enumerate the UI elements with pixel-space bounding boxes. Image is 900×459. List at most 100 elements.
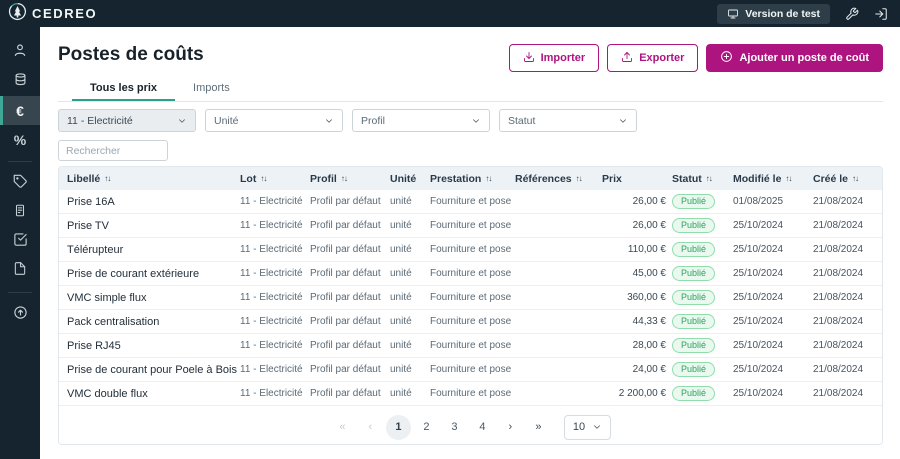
- cell-profil: Profil par défaut: [310, 340, 390, 351]
- sort-icon[interactable]: ↑↓: [706, 174, 712, 183]
- last-page-button[interactable]: »: [526, 415, 551, 440]
- filter-lot-value: 11 - Electricité: [67, 115, 133, 127]
- table-row[interactable]: VMC double flux 11 - Electricité Profil …: [59, 382, 882, 406]
- sidebar-item-upload[interactable]: [0, 300, 40, 329]
- cell-cree-le: 21/08/2024: [813, 220, 874, 231]
- wrench-icon[interactable]: [845, 7, 859, 21]
- cell-unite: unité: [390, 340, 430, 351]
- cell-statut: Publié: [672, 362, 733, 377]
- cell-cree-le: 21/08/2024: [813, 244, 874, 255]
- table-row[interactable]: Prise 16A 11 - Electricité Profil par dé…: [59, 190, 882, 214]
- filter-unite-select[interactable]: Unité: [205, 109, 343, 132]
- table-row[interactable]: VMC simple flux 11 - Electricité Profil …: [59, 286, 882, 310]
- next-page-button[interactable]: ›: [498, 415, 523, 440]
- sidebar-divider: [8, 292, 32, 293]
- filter-lot-select[interactable]: 11 - Electricité: [58, 109, 196, 132]
- table-row[interactable]: Prise de courant extérieure 11 - Electri…: [59, 262, 882, 286]
- sidebar-item-calculator[interactable]: [0, 198, 40, 227]
- cell-profil: Profil par défaut: [310, 316, 390, 327]
- sort-icon[interactable]: ↑↓: [260, 174, 266, 183]
- prev-page-button[interactable]: ‹: [358, 415, 383, 440]
- tab-imports[interactable]: Imports: [175, 78, 248, 101]
- first-page-button[interactable]: «: [330, 415, 355, 440]
- sort-icon[interactable]: ↑↓: [852, 174, 858, 183]
- page-size-select[interactable]: 10: [564, 415, 611, 440]
- cell-prestation: Fourniture et pose: [430, 220, 515, 231]
- sidebar-item-margins[interactable]: %: [0, 125, 40, 154]
- table-body: Prise 16A 11 - Electricité Profil par dé…: [59, 190, 882, 430]
- monitor-icon: [727, 8, 739, 20]
- cell-prix: 110,00 €: [602, 244, 672, 255]
- cell-profil: Profil par défaut: [310, 196, 390, 207]
- col-prestation: Prestation: [430, 173, 481, 185]
- euro-icon: €: [16, 104, 24, 118]
- page-button-3[interactable]: 3: [442, 415, 467, 440]
- export-button[interactable]: Exporter: [607, 44, 698, 72]
- upload-icon: [13, 305, 28, 325]
- export-icon: [621, 51, 633, 66]
- sort-icon[interactable]: ↑↓: [341, 174, 347, 183]
- page-button-1[interactable]: 1: [386, 415, 411, 440]
- table-row[interactable]: Prise TV 11 - Electricité Profil par déf…: [59, 214, 882, 238]
- cell-profil: Profil par défaut: [310, 292, 390, 303]
- cell-statut: Publié: [672, 386, 733, 401]
- cell-modifie-le: 25/10/2024: [733, 220, 813, 231]
- sidebar-item-database[interactable]: [0, 67, 40, 96]
- cell-libelle: Prise de courant pour Poele à Bois: [67, 364, 240, 376]
- cell-prestation: Fourniture et pose: [430, 364, 515, 375]
- page-button-2[interactable]: 2: [414, 415, 439, 440]
- cell-prix: 26,00 €: [602, 196, 672, 207]
- filter-profil-select[interactable]: Profil: [352, 109, 490, 132]
- sort-icon[interactable]: ↑↓: [104, 174, 110, 183]
- sidebar-item-costs[interactable]: €: [0, 96, 40, 125]
- cell-libelle: Prise de courant extérieure: [67, 268, 240, 280]
- col-statut: Statut: [672, 173, 702, 185]
- cell-modifie-le: 01/08/2025: [733, 196, 813, 207]
- logo-text: CEDREO: [32, 6, 97, 21]
- table-row[interactable]: Télérupteur 11 - Electricité Profil par …: [59, 238, 882, 262]
- sort-icon[interactable]: ↑↓: [485, 174, 491, 183]
- sidebar-item-tags[interactable]: [0, 169, 40, 198]
- cell-modifie-le: 25/10/2024: [733, 340, 813, 351]
- page-button-4[interactable]: 4: [470, 415, 495, 440]
- cedreo-tree-icon: [8, 2, 27, 26]
- sidebar-item-tasks[interactable]: [0, 227, 40, 256]
- database-icon: [13, 72, 28, 92]
- filter-statut-select[interactable]: Statut: [499, 109, 637, 132]
- sign-out-icon[interactable]: [874, 7, 888, 21]
- app-logo[interactable]: CEDREO: [8, 2, 97, 26]
- chevron-down-icon: [618, 116, 628, 126]
- col-lot: Lot: [240, 173, 256, 185]
- sidebar-item-documents[interactable]: [0, 256, 40, 285]
- cell-lot: 11 - Electricité: [240, 292, 310, 303]
- cell-profil: Profil par défaut: [310, 220, 390, 231]
- table-row[interactable]: Pack centralisation 11 - Electricité Pro…: [59, 310, 882, 334]
- table-header: Libellé↑↓ Lot↑↓ Profil↑↓ Unité Prestatio…: [59, 167, 882, 190]
- cell-lot: 11 - Electricité: [240, 244, 310, 255]
- cell-unite: unité: [390, 364, 430, 375]
- import-icon: [523, 51, 535, 66]
- sort-icon[interactable]: ↑↓: [576, 174, 582, 183]
- sort-icon[interactable]: ↑↓: [785, 174, 791, 183]
- status-badge: Publié: [672, 266, 715, 281]
- cell-profil: Profil par défaut: [310, 244, 390, 255]
- cell-lot: 11 - Electricité: [240, 268, 310, 279]
- cell-prix: 360,00 €: [602, 292, 672, 303]
- cell-lot: 11 - Electricité: [240, 196, 310, 207]
- version-test-button[interactable]: Version de test: [717, 4, 830, 24]
- cell-libelle: Prise RJ45: [67, 340, 240, 352]
- topbar: CEDREO Version de test: [0, 0, 900, 27]
- check-square-icon: [13, 232, 28, 252]
- chevron-down-icon: [592, 422, 602, 432]
- import-button[interactable]: Importer: [509, 44, 600, 72]
- tab-tous-les-prix[interactable]: Tous les prix: [72, 78, 175, 101]
- add-cost-item-label: Ajouter un poste de coût: [739, 52, 869, 64]
- cell-unite: unité: [390, 196, 430, 207]
- sidebar-item-users[interactable]: [0, 38, 40, 67]
- search-input[interactable]: [58, 140, 168, 161]
- table-row[interactable]: Prise de courant pour Poele à Bois 11 - …: [59, 358, 882, 382]
- cell-cree-le: 21/08/2024: [813, 196, 874, 207]
- add-cost-item-button[interactable]: Ajouter un poste de coût: [706, 44, 883, 72]
- table-row[interactable]: Prise RJ45 11 - Electricité Profil par d…: [59, 334, 882, 358]
- sidebar-divider: [8, 161, 32, 162]
